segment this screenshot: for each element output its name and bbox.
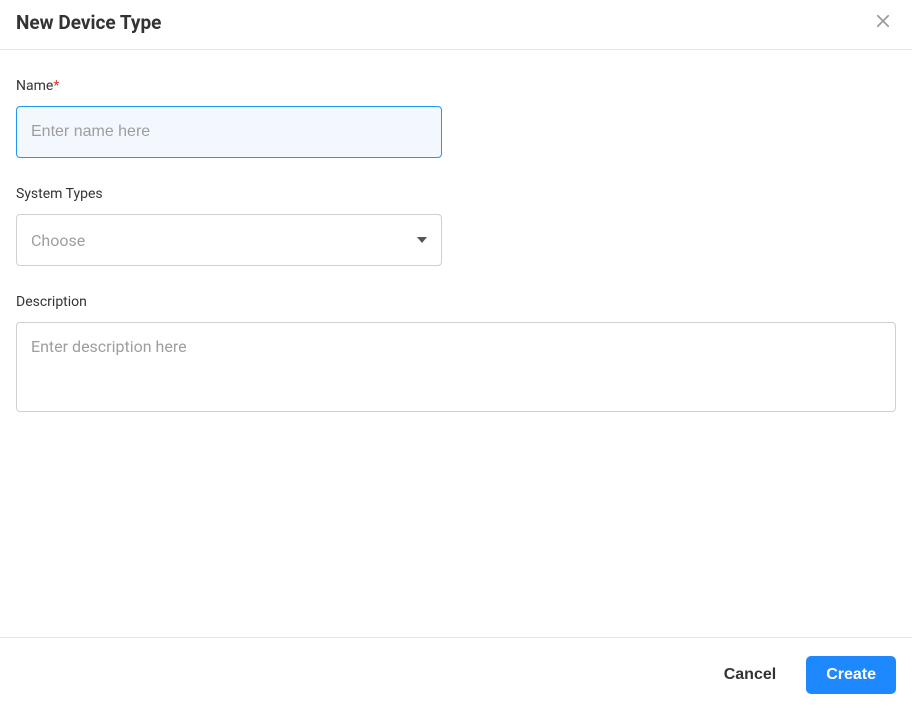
- name-input[interactable]: [16, 106, 442, 158]
- name-label-text: Name: [16, 78, 53, 94]
- create-button[interactable]: Create: [806, 656, 896, 694]
- system-types-placeholder: Choose: [31, 231, 85, 250]
- chevron-down-icon: [417, 237, 427, 243]
- system-types-field-group: System Types Choose: [16, 186, 896, 266]
- system-types-select[interactable]: Choose: [16, 214, 442, 266]
- description-field-group: Description: [16, 294, 896, 416]
- dialog-header: New Device Type: [0, 0, 912, 50]
- dialog-body: Name* System Types Choose Description: [0, 50, 912, 464]
- cancel-button[interactable]: Cancel: [718, 658, 782, 692]
- close-icon: [874, 12, 892, 33]
- description-label: Description: [16, 294, 896, 310]
- system-types-label: System Types: [16, 186, 896, 202]
- name-label: Name*: [16, 78, 896, 94]
- dialog-title: New Device Type: [16, 11, 161, 34]
- description-textarea[interactable]: [16, 322, 896, 412]
- dialog-footer: Cancel Create: [0, 637, 912, 712]
- close-button[interactable]: [870, 8, 896, 37]
- required-mark: *: [53, 78, 59, 94]
- name-field-group: Name*: [16, 78, 896, 158]
